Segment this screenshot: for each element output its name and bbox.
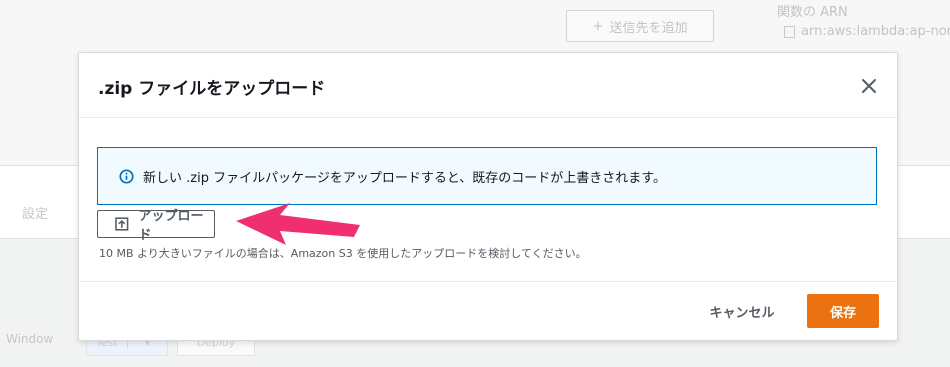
plus-icon: + — [592, 18, 604, 34]
upload-icon — [115, 217, 129, 231]
info-alert: 新しい .zip ファイルパッケージをアップロードすると、既存のコードが上書きさ… — [97, 147, 877, 205]
modal-title: .zip ファイルをアップロード — [98, 79, 326, 99]
info-circle-icon — [119, 168, 134, 184]
info-message: 新しい .zip ファイルパッケージをアップロードすると、既存のコードが上書きさ… — [143, 170, 667, 186]
function-arn-value: arn:aws:lambda:ap-nor — [784, 24, 950, 39]
add-destination-button: + 送信先を追加 — [566, 10, 714, 42]
modal-header: .zip ファイルをアップロード — [79, 53, 897, 118]
upload-button-label: アップロード — [138, 209, 204, 243]
cancel-button[interactable]: キャンセル — [696, 295, 788, 327]
upload-zip-modal: .zip ファイルをアップロード 新しい .zip ファイルパッケージをアップロ… — [78, 52, 898, 341]
copy-icon — [784, 25, 795, 38]
function-arn-text: arn:aws:lambda:ap-nor — [801, 24, 950, 39]
annotation-arrow-icon — [236, 203, 360, 245]
window-label: Window — [6, 332, 54, 346]
upload-button[interactable]: アップロード — [97, 209, 215, 243]
function-arn-label: 関数の ARN — [777, 5, 848, 20]
settings-tab: 設定 — [22, 207, 49, 222]
close-icon[interactable] — [860, 77, 878, 95]
save-button[interactable]: 保存 — [807, 294, 879, 328]
add-destination-label: 送信先を追加 — [609, 20, 688, 36]
modal-footer: キャンセル 保存 — [79, 281, 897, 341]
